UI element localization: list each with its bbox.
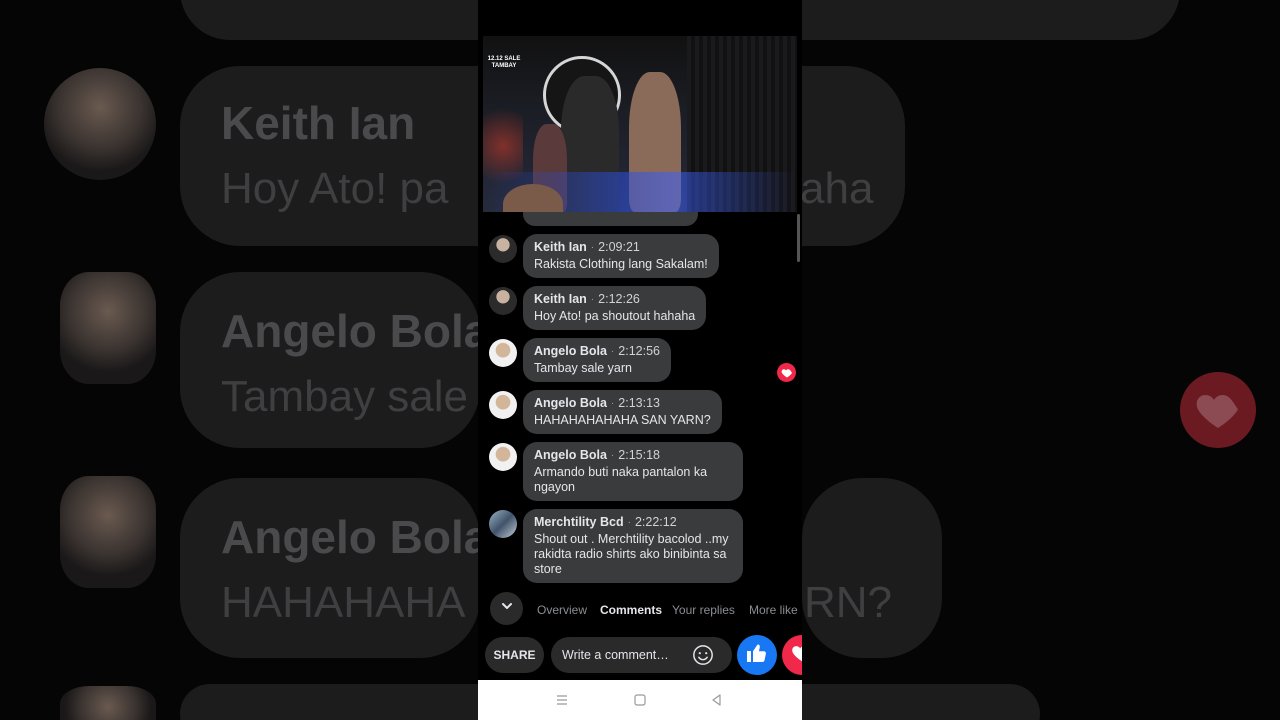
comment-bubble[interactable]: Angelo Bola · 2:13:13 HAHAHAHAHAHA SAN YARN… — [523, 390, 722, 434]
recent-apps-icon[interactable] — [554, 692, 570, 708]
bg-msg-1-tail: aha — [800, 164, 874, 213]
comment-author[interactable]: Keith Ian — [534, 240, 587, 254]
comment-bubble[interactable]: Angelo Bola · 2:15:18 Armando buti naka pan… — [523, 442, 743, 501]
separator-dot: · — [610, 345, 615, 357]
back-icon[interactable] — [709, 692, 725, 708]
comment-author[interactable]: Angelo Bola — [534, 448, 607, 462]
avatar[interactable] — [489, 339, 517, 367]
comment-bubble[interactable]: Merchtility Bcd · 2:22:12 Shout out . Merch… — [523, 509, 743, 583]
bg-bubble-3 — [180, 478, 480, 658]
thumbs-up-icon — [745, 641, 769, 670]
android-nav-bar — [478, 680, 802, 720]
comment-text: Rakista Clothing lang Sakalam! — [534, 257, 708, 271]
bg-msg-3-tail: RN? — [804, 578, 893, 627]
tab-more-like[interactable]: More like — [749, 603, 798, 617]
separator-dot: · — [590, 293, 595, 305]
chevron-down-icon — [499, 598, 515, 619]
comment-input[interactable]: Write a comment… — [551, 637, 732, 673]
video-tab-bar: Overview Comments Your replies More like — [478, 590, 802, 628]
comment-timestamp[interactable]: 2:15:18 — [618, 448, 660, 462]
bg-msg-2: Tambay sale — [221, 372, 469, 421]
collapse-button[interactable] — [490, 592, 523, 625]
comment-input-placeholder: Write a comment… — [562, 648, 669, 662]
comment-timestamp[interactable]: 2:09:21 — [598, 240, 640, 254]
comment-timestamp[interactable]: 2:12:56 — [618, 344, 660, 358]
comment-item: Angelo Bola · 2:13:13 HAHAHAHAHAHA SAN YARN… — [489, 390, 722, 434]
comment-item: Angelo Bola · 2:15:18 Armando buti naka pan… — [489, 442, 743, 501]
smiley-icon[interactable] — [692, 644, 714, 666]
floating-heart-reaction — [777, 363, 796, 382]
video-badge-line1: 12.12 SALE — [487, 56, 521, 62]
tab-comments[interactable]: Comments — [600, 603, 662, 617]
share-button[interactable]: SHARE — [485, 637, 544, 673]
separator-dot: · — [610, 397, 615, 409]
comment-text: Shout out . Merchtility bacolod ..my rak… — [534, 532, 729, 576]
comment-bubble[interactable]: Keith Ian · 2:09:21 Rakista Clothing lang S… — [523, 234, 719, 278]
comment-item: Merchtility Bcd · 2:22:12 Shout out . Merch… — [489, 509, 743, 583]
comment-text: HAHAHAHAHAHA SAN YARN? — [534, 413, 711, 427]
comment-timestamp[interactable]: 2:12:26 — [598, 292, 640, 306]
like-reaction-button[interactable] — [737, 635, 777, 675]
comment-item: Keith Ian · 2:09:21 Rakista Clothing lang S… — [489, 234, 719, 278]
separator-dot: · — [610, 449, 615, 461]
comment-author[interactable]: Angelo Bola — [534, 396, 607, 410]
comment-timestamp[interactable]: 2:22:12 — [635, 515, 677, 529]
avatar[interactable] — [489, 443, 517, 471]
separator-dot: · — [627, 516, 631, 528]
tab-your-replies[interactable]: Your replies — [672, 603, 735, 617]
avatar[interactable] — [489, 235, 517, 263]
comment-item: Angelo Bola · 2:12:56 Tambay sale yarn — [489, 338, 671, 382]
live-video-player[interactable]: 12.12 SALE TAMBAY — [483, 36, 797, 212]
comment-author[interactable]: Angelo Bola — [534, 344, 607, 358]
separator-dot: · — [590, 241, 595, 253]
bg-bubble-3-right — [802, 478, 942, 658]
bg-name-1: Keith Ian — [221, 97, 416, 149]
tab-overview[interactable]: Overview — [537, 603, 587, 617]
bg-msg-1: Hoy Ato! pa — [221, 164, 449, 213]
bg-avatar-bottom — [60, 686, 156, 720]
comment-timestamp[interactable]: 2:13:13 — [618, 396, 660, 410]
comment-item: Keith Ian · 2:12:26 Hoy Ato! pa shoutout ha… — [489, 286, 707, 330]
home-icon[interactable] — [632, 692, 648, 708]
comments-scrollbar[interactable] — [797, 214, 800, 262]
phone-screen: 12.12 SALE TAMBAY Keith Ian · 2:09:21 Rakis… — [478, 0, 802, 720]
comment-author[interactable]: Merchtility Bcd — [534, 515, 624, 529]
bg-name-2: Angelo Bola — [221, 305, 478, 357]
avatar[interactable] — [489, 287, 517, 315]
comment-text: Hoy Ato! pa shoutout hahaha — [534, 309, 696, 323]
video-sale-badge: 12.12 SALE TAMBAY — [487, 42, 521, 70]
bg-heart-icon — [1180, 372, 1256, 448]
comment-bubble-partial — [523, 212, 698, 226]
comment-text: Armando buti naka pantalon ka ngayon — [534, 465, 708, 494]
comment-bubble[interactable]: Keith Ian · 2:12:26 Hoy Ato! pa shoutout ha… — [523, 286, 707, 330]
heart-icon — [791, 642, 802, 669]
comment-text: Tambay sale yarn — [534, 361, 632, 375]
comment-author[interactable]: Keith Ian — [534, 292, 587, 306]
love-reaction-button[interactable] — [782, 635, 802, 675]
comment-bubble[interactable]: Angelo Bola · 2:12:56 Tambay sale yarn — [523, 338, 671, 382]
comment-composer-row: SHARE Write a comment… — [478, 635, 802, 675]
bg-name-3: Angelo Bola — [221, 511, 478, 563]
bg-avatar-angelo-2 — [60, 476, 156, 588]
video-badge-line2: TAMBAY — [491, 63, 517, 69]
bg-msg-3: HAHAHAHA — [221, 578, 466, 627]
avatar[interactable] — [489, 510, 517, 538]
bg-avatar-angelo-1 — [60, 272, 156, 384]
bg-avatar-keith — [44, 68, 156, 180]
avatar[interactable] — [489, 391, 517, 419]
